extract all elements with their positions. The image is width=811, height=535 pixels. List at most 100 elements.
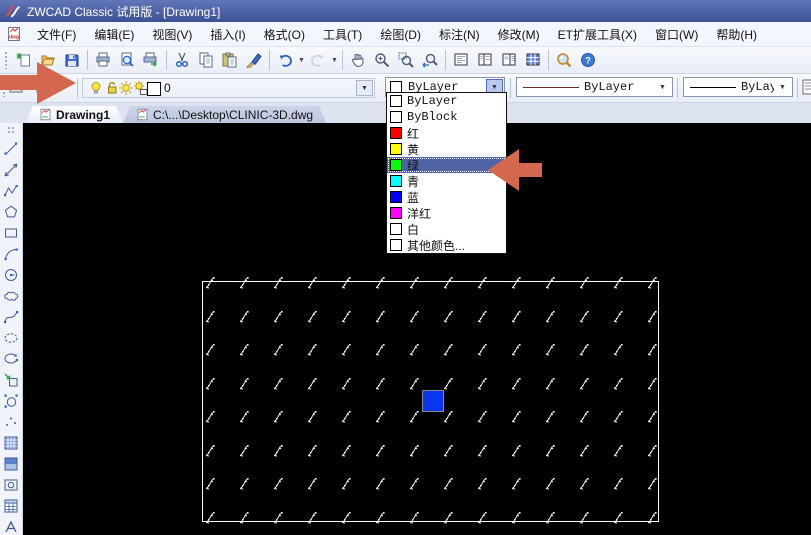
layer-on-icon[interactable]: [88, 80, 104, 96]
menu-item[interactable]: ET扩展工具(X): [549, 22, 646, 47]
layer-color-swatch: [147, 82, 161, 96]
make-block-button[interactable]: [1, 390, 21, 411]
block-symbol: [374, 444, 387, 457]
match-properties-button[interactable]: [242, 49, 266, 71]
menu-item[interactable]: 插入(I): [201, 22, 254, 47]
menu-item[interactable]: 绘图(D): [371, 22, 430, 47]
menu-item[interactable]: 编辑(E): [85, 22, 143, 47]
viewport-list-button[interactable]: [497, 49, 521, 71]
zoom-window-button[interactable]: [394, 49, 418, 71]
menu-item[interactable]: 标注(N): [430, 22, 489, 47]
block-symbol: [510, 511, 523, 524]
menu-item[interactable]: 工具(T): [314, 22, 371, 47]
block-symbol: [374, 377, 387, 390]
color-option-swatch: [390, 207, 402, 219]
undo-dropdown-caret[interactable]: ▼: [297, 49, 306, 71]
arc-button[interactable]: [1, 243, 21, 264]
ellipse-arc-button[interactable]: [1, 348, 21, 369]
properties-palette-icon[interactable]: [802, 79, 811, 97]
point-button[interactable]: [1, 411, 21, 432]
redo-button[interactable]: [306, 49, 330, 71]
lineweight-dropdown-button[interactable]: ▼: [774, 79, 791, 95]
toolbar-separator: [548, 50, 549, 70]
layer-freeze-vp-icon[interactable]: [132, 80, 148, 96]
mtext-button[interactable]: [1, 516, 21, 535]
hatch-button[interactable]: [1, 432, 21, 453]
print-button[interactable]: [91, 49, 115, 71]
gradient-button[interactable]: [1, 453, 21, 474]
toolbar-separator: [510, 78, 511, 98]
paste-button[interactable]: [218, 49, 242, 71]
block-symbol: [612, 444, 625, 457]
help-button[interactable]: ?: [576, 49, 600, 71]
table-button[interactable]: [1, 495, 21, 516]
lineweight-sample-line: [690, 87, 736, 88]
layer-control[interactable]: 0 ▼: [82, 78, 375, 98]
pan-icon: [350, 52, 366, 68]
pan-button[interactable]: [346, 49, 370, 71]
menu-item[interactable]: 帮助(H): [707, 22, 766, 47]
construction-line-button[interactable]: [1, 159, 21, 180]
dwg-file-icon: dwg: [6, 26, 22, 42]
line-button[interactable]: [1, 138, 21, 159]
zoom-previous-button[interactable]: [418, 49, 442, 71]
block-symbol: [204, 377, 217, 390]
publish-button[interactable]: [139, 49, 163, 71]
draw-toolbar-grip[interactable]: [7, 126, 15, 134]
block-symbol: [476, 410, 489, 423]
linetype-control[interactable]: ByLayer ▼: [516, 77, 673, 97]
color-option-label: 青: [407, 173, 419, 190]
region-button[interactable]: [1, 474, 21, 495]
menu-item[interactable]: 窗口(W): [646, 22, 707, 47]
block-symbol: [612, 276, 625, 289]
block-symbol: [646, 477, 659, 490]
viewport-grid-icon: [525, 52, 541, 68]
viewport-single-icon: [453, 52, 469, 68]
color-option[interactable]: 洋红: [387, 205, 506, 221]
block-symbol: [272, 444, 285, 457]
copy-icon: [198, 52, 214, 68]
ellipse-arc-icon: [3, 351, 19, 367]
color-option[interactable]: 白: [387, 221, 506, 237]
color-option[interactable]: ByBlock: [387, 109, 506, 125]
menu-item[interactable]: 视图(V): [143, 22, 201, 47]
color-option-swatch: [390, 143, 402, 155]
spline-button[interactable]: [1, 306, 21, 327]
circle-button[interactable]: [1, 264, 21, 285]
color-option[interactable]: ByLayer: [387, 93, 506, 109]
tab-clinic-3d[interactable]: C:\...\Desktop\CLINIC-3D.dwg: [123, 106, 326, 123]
menu-item[interactable]: 文件(F): [28, 22, 85, 47]
block-symbol: [442, 343, 455, 356]
zoom-window-icon: [398, 52, 414, 68]
undo-button[interactable]: [273, 49, 297, 71]
copy-button[interactable]: [194, 49, 218, 71]
insert-block-button[interactable]: [1, 369, 21, 390]
block-symbol: [306, 477, 319, 490]
viewport-single-button[interactable]: [449, 49, 473, 71]
ellipse-button[interactable]: [1, 327, 21, 348]
viewport-two-button[interactable]: [473, 49, 497, 71]
block-symbol: [408, 310, 421, 323]
menu-item[interactable]: 修改(M): [489, 22, 549, 47]
linetype-dropdown-button[interactable]: ▼: [654, 79, 671, 95]
zwcad-window: ZWCAD Classic 试用版 - [Drawing1] dwg 文件(F)…: [0, 0, 811, 535]
redo-dropdown-caret[interactable]: ▼: [330, 49, 339, 71]
revision-cloud-button[interactable]: [1, 285, 21, 306]
print-preview-icon: [119, 52, 135, 68]
menu-item[interactable]: 格式(O): [255, 22, 314, 47]
toolbar-separator: [87, 50, 88, 70]
lineweight-control[interactable]: ByLayer ▼: [683, 77, 793, 97]
polygon-button[interactable]: [1, 201, 21, 222]
zoom-realtime-button[interactable]: [370, 49, 394, 71]
color-option[interactable]: 其他颜色...: [387, 237, 506, 253]
layer-dropdown-button[interactable]: ▼: [356, 80, 373, 96]
color-option[interactable]: 红: [387, 125, 506, 141]
polyline-button[interactable]: [1, 180, 21, 201]
print-preview-button[interactable]: [115, 49, 139, 71]
rectangle-button[interactable]: [1, 222, 21, 243]
annotation-arrow-left: [486, 147, 544, 193]
viewport-grid-button[interactable]: [521, 49, 545, 71]
block-symbol: [510, 343, 523, 356]
find-button[interactable]: [552, 49, 576, 71]
cut-button[interactable]: [170, 49, 194, 71]
